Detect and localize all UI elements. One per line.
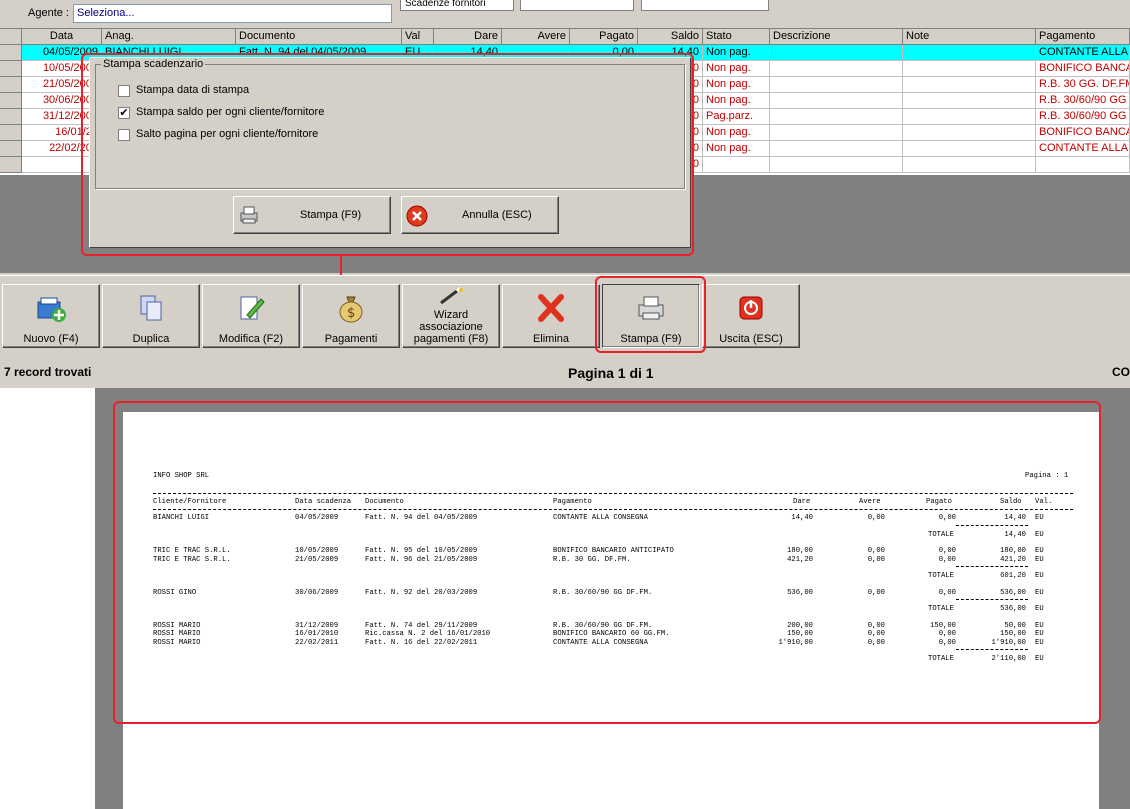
cell-note[interactable] <box>903 157 1036 173</box>
cell-stato[interactable]: Non pag. <box>703 77 770 93</box>
wizard-button[interactable]: Wizard associazione pagamenti (F8) <box>402 284 500 348</box>
delete-label: Elimina <box>532 333 570 345</box>
delete-icon <box>538 294 564 322</box>
edit-label: Modifica (F2) <box>218 333 284 345</box>
record-count: 7 record trovati <box>4 365 92 379</box>
col-stato[interactable]: Stato <box>703 29 770 45</box>
row-selector[interactable] <box>0 77 22 93</box>
status-right: CO <box>1112 365 1130 379</box>
duplicate-button[interactable]: Duplica <box>102 284 200 348</box>
header-corner <box>0 29 22 45</box>
cell-note[interactable] <box>903 141 1036 157</box>
cell-note[interactable] <box>903 93 1036 109</box>
cell-stato[interactable]: Non pag. <box>703 141 770 157</box>
grid-header: Data Anag. Documento Val Dare Avere Paga… <box>0 29 1130 45</box>
agent-label: Agente : <box>28 7 69 19</box>
cell-pagamento[interactable]: BONIFICO BANCAI <box>1036 61 1130 77</box>
row-selector[interactable] <box>0 125 22 141</box>
edit-button[interactable]: Modifica (F2) <box>202 284 300 348</box>
col-data[interactable]: Data <box>22 29 102 45</box>
payments-button[interactable]: $ Pagamenti <box>302 284 400 348</box>
print-button-highlight-frame <box>595 276 706 353</box>
duplicate-label: Duplica <box>132 333 170 345</box>
new-record-icon <box>37 297 66 322</box>
row-selector[interactable] <box>0 61 22 77</box>
col-anag[interactable]: Anag. <box>102 29 236 45</box>
preview-highlight-frame <box>113 401 1101 724</box>
col-pagato[interactable]: Pagato <box>570 29 638 45</box>
cell-descrizione[interactable] <box>770 93 903 109</box>
cell-descrizione[interactable] <box>770 141 903 157</box>
row-selector[interactable] <box>0 109 22 125</box>
cell-descrizione[interactable] <box>770 125 903 141</box>
cell-pagamento[interactable]: CONTANTE ALLA <box>1036 45 1130 61</box>
col-val[interactable]: Val <box>402 29 434 45</box>
new-label: Nuovo (F4) <box>23 333 79 345</box>
col-pagamento[interactable]: Pagamento <box>1036 29 1130 45</box>
col-note[interactable]: Note <box>903 29 1036 45</box>
cell-descrizione[interactable] <box>770 77 903 93</box>
wizard-label: Wizard associazione pagamenti (F8) <box>413 309 489 345</box>
filter-field-3[interactable] <box>641 0 769 11</box>
cell-stato[interactable]: Pag.parz. <box>703 109 770 125</box>
money-bag-icon: $ <box>339 296 363 323</box>
cell-pagamento[interactable]: R.B. 30/60/90 GG <box>1036 109 1130 125</box>
col-dare[interactable]: Dare <box>434 29 502 45</box>
power-icon <box>739 296 763 320</box>
cell-pagamento[interactable]: R.B. 30/60/90 GG <box>1036 93 1130 109</box>
row-selector[interactable] <box>0 157 22 173</box>
exit-label: Uscita (ESC) <box>719 333 783 345</box>
page-indicator: Pagina 1 di 1 <box>568 365 654 381</box>
cell-note[interactable] <box>903 125 1036 141</box>
exit-button[interactable]: Uscita (ESC) <box>702 284 800 348</box>
col-avere[interactable]: Avere <box>502 29 570 45</box>
filter-field-2[interactable] <box>520 0 634 11</box>
cell-note[interactable] <box>903 109 1036 125</box>
col-descrizione[interactable]: Descrizione <box>770 29 903 45</box>
cell-descrizione[interactable] <box>770 109 903 125</box>
row-selector[interactable] <box>0 141 22 157</box>
row-selector[interactable] <box>0 93 22 109</box>
cell-note[interactable] <box>903 77 1036 93</box>
row-selector[interactable] <box>0 45 22 61</box>
supplier-due-field[interactable]: Scadenze fornitori <box>400 0 514 11</box>
dialog-highlight-frame <box>81 53 694 256</box>
cell-descrizione[interactable] <box>770 157 903 173</box>
edit-icon <box>240 296 265 320</box>
cell-stato[interactable] <box>703 157 770 173</box>
cell-pagamento[interactable]: BONIFICO BANCAI <box>1036 125 1130 141</box>
cell-pagamento[interactable] <box>1036 157 1130 173</box>
cell-descrizione[interactable] <box>770 45 903 61</box>
cell-note[interactable] <box>903 45 1036 61</box>
cell-stato[interactable]: Non pag. <box>703 45 770 61</box>
payments-label: Pagamenti <box>324 333 378 345</box>
svg-text:$: $ <box>347 306 355 321</box>
status-bar: 7 record trovati Pagina 1 di 1 CO <box>0 358 1130 388</box>
magic-wand-icon <box>440 287 463 305</box>
cell-stato[interactable]: Non pag. <box>703 93 770 109</box>
cell-descrizione[interactable] <box>770 61 903 77</box>
agent-select[interactable]: Seleziona... <box>73 4 392 23</box>
cell-note[interactable] <box>903 61 1036 77</box>
delete-button[interactable]: Elimina <box>502 284 600 348</box>
col-saldo[interactable]: Saldo <box>638 29 703 45</box>
cell-stato[interactable]: Non pag. <box>703 125 770 141</box>
duplicate-icon <box>140 295 162 321</box>
cell-pagamento[interactable]: CONTANTE ALLA <box>1036 141 1130 157</box>
cell-pagamento[interactable]: R.B. 30 GG. DF.FM <box>1036 77 1130 93</box>
filter-bar: Agente : Seleziona... Scadenze fornitori <box>0 0 1130 28</box>
col-documento[interactable]: Documento <box>236 29 402 45</box>
preview-side-area <box>0 388 95 809</box>
new-button[interactable]: Nuovo (F4) <box>2 284 100 348</box>
cell-stato[interactable]: Non pag. <box>703 61 770 77</box>
